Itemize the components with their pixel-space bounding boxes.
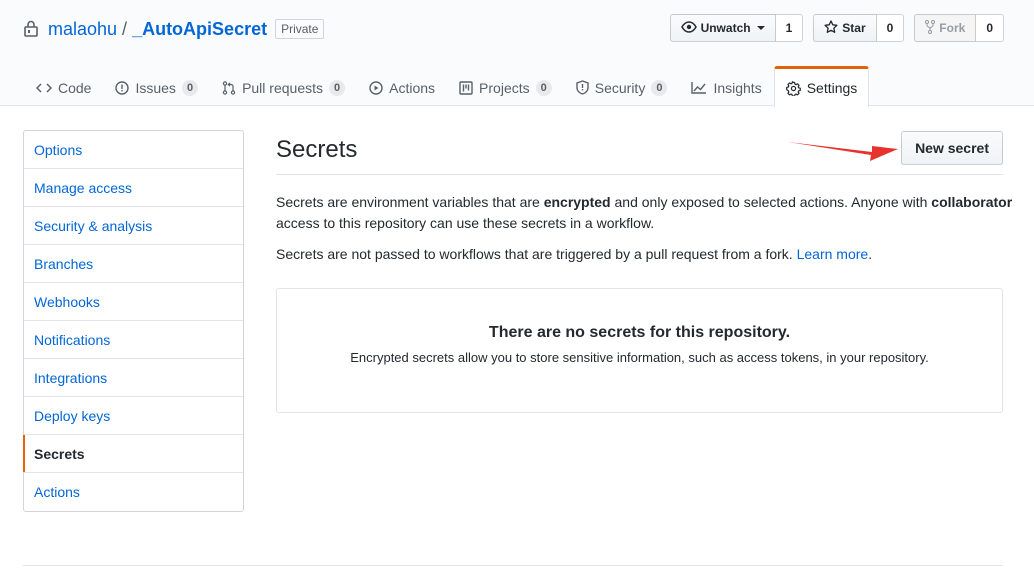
tab-projects-label: Projects bbox=[479, 79, 530, 96]
empty-state-title: There are no secrets for this repository… bbox=[488, 324, 791, 341]
repo-actions: Unwatch 1 Star 0 Fork 0 bbox=[669, 14, 1004, 42]
pull-request-icon bbox=[222, 80, 236, 95]
tab-projects[interactable]: Projects 0 bbox=[447, 66, 564, 106]
desc1-emphasis-encrypted: encrypted bbox=[543, 194, 611, 210]
path-separator: / bbox=[122, 18, 128, 39]
repo-nav-tabs: Code Issues 0 Pull requests 0 Actions Pr… bbox=[24, 66, 870, 107]
secrets-description: Secrets are environment variables that a… bbox=[276, 192, 1016, 234]
watchers-count[interactable]: 1 bbox=[775, 14, 804, 42]
code-icon bbox=[36, 82, 52, 94]
lock-icon bbox=[24, 20, 40, 38]
repo-title: malaohu / _AutoApiSecret Private bbox=[24, 17, 325, 41]
tab-insights-label: Insights bbox=[713, 79, 762, 96]
tab-issues[interactable]: Issues 0 bbox=[103, 66, 210, 106]
desc1-part-e: access to this repository can use these … bbox=[276, 215, 655, 231]
issues-counter: 0 bbox=[181, 79, 199, 96]
desc1-part-a: Secrets are environment variables that a… bbox=[276, 194, 544, 210]
repo-header: malaohu / _AutoApiSecret Private Unwatch… bbox=[0, 0, 1034, 107]
private-label: Private bbox=[275, 19, 325, 39]
play-icon bbox=[369, 80, 383, 95]
desc2-text: Secrets are not passed to workflows that… bbox=[276, 246, 797, 262]
fork-icon bbox=[925, 19, 936, 37]
learn-more-link[interactable]: Learn more bbox=[797, 246, 869, 262]
tab-pull-requests-label: Pull requests bbox=[242, 79, 323, 96]
tab-settings-label: Settings bbox=[806, 80, 858, 96]
repo-owner-link[interactable]: malaohu bbox=[48, 19, 117, 40]
empty-state: There are no secrets for this repository… bbox=[276, 288, 1003, 413]
tab-code-label: Code bbox=[58, 79, 92, 96]
desc2-period: . bbox=[868, 246, 873, 262]
graph-icon bbox=[691, 81, 707, 94]
star-group: Star 0 bbox=[813, 14, 905, 42]
issue-icon bbox=[115, 80, 130, 95]
sidebar-item-security-analysis[interactable]: Security & analysis bbox=[24, 207, 243, 245]
page-title: Secrets bbox=[276, 136, 358, 163]
desc1-part-c: and only exposed to selected actions. An… bbox=[610, 194, 932, 210]
sidebar-item-deploy-keys[interactable]: Deploy keys bbox=[24, 397, 243, 435]
watch-group: Unwatch 1 bbox=[669, 14, 804, 42]
desc1-emphasis-collaborator: collaborator bbox=[931, 194, 1013, 210]
fork-label: Fork bbox=[939, 21, 966, 35]
tab-settings[interactable]: Settings bbox=[773, 66, 870, 107]
shield-icon bbox=[576, 80, 589, 95]
settings-sidebar: Options Manage access Security & analysi… bbox=[23, 130, 244, 512]
new-secret-button[interactable]: New secret bbox=[901, 131, 1003, 165]
footer-divider bbox=[23, 565, 1003, 566]
tab-pull-requests[interactable]: Pull requests 0 bbox=[210, 66, 357, 106]
sidebar-item-options[interactable]: Options bbox=[24, 131, 243, 169]
repo-name-link[interactable]: _AutoApiSecret bbox=[132, 19, 267, 40]
security-counter: 0 bbox=[651, 79, 668, 96]
tab-actions[interactable]: Actions bbox=[357, 66, 447, 106]
tab-security-label: Security bbox=[594, 79, 646, 96]
project-icon bbox=[459, 80, 473, 95]
gear-icon bbox=[785, 80, 801, 96]
unwatch-label: Unwatch bbox=[700, 21, 751, 35]
sidebar-item-branches[interactable]: Branches bbox=[24, 245, 243, 283]
star-label: Star bbox=[842, 21, 866, 35]
sidebar-item-webhooks[interactable]: Webhooks bbox=[24, 283, 243, 321]
stars-count[interactable]: 0 bbox=[876, 14, 905, 42]
tab-insights[interactable]: Insights bbox=[679, 66, 773, 106]
star-button[interactable]: Star bbox=[813, 14, 877, 42]
fork-notice: Secrets are not passed to workflows that… bbox=[276, 244, 1016, 265]
tab-code[interactable]: Code bbox=[24, 66, 103, 106]
tab-issues-label: Issues bbox=[135, 79, 176, 96]
sidebar-item-actions[interactable]: Actions bbox=[24, 473, 243, 511]
unwatch-button[interactable]: Unwatch bbox=[669, 14, 776, 42]
chevron-down-icon bbox=[756, 26, 765, 30]
fork-button[interactable]: Fork bbox=[914, 14, 977, 42]
projects-counter: 0 bbox=[535, 79, 552, 96]
star-icon bbox=[824, 19, 838, 37]
pull-requests-counter: 0 bbox=[329, 79, 346, 96]
sidebar-item-integrations[interactable]: Integrations bbox=[24, 359, 243, 397]
sidebar-item-secrets[interactable]: Secrets bbox=[23, 435, 243, 473]
sidebar-item-notifications[interactable]: Notifications bbox=[24, 321, 243, 359]
fork-group: Fork 0 bbox=[914, 14, 1004, 42]
tab-actions-label: Actions bbox=[389, 79, 436, 96]
annotation-arrow-icon bbox=[788, 142, 898, 161]
eye-icon bbox=[680, 20, 697, 36]
forks-count[interactable]: 0 bbox=[976, 14, 1004, 42]
tab-security[interactable]: Security 0 bbox=[564, 66, 680, 106]
sidebar-item-manage-access[interactable]: Manage access bbox=[24, 169, 243, 207]
empty-state-description: Encrypted secrets allow you to store sen… bbox=[350, 350, 929, 365]
